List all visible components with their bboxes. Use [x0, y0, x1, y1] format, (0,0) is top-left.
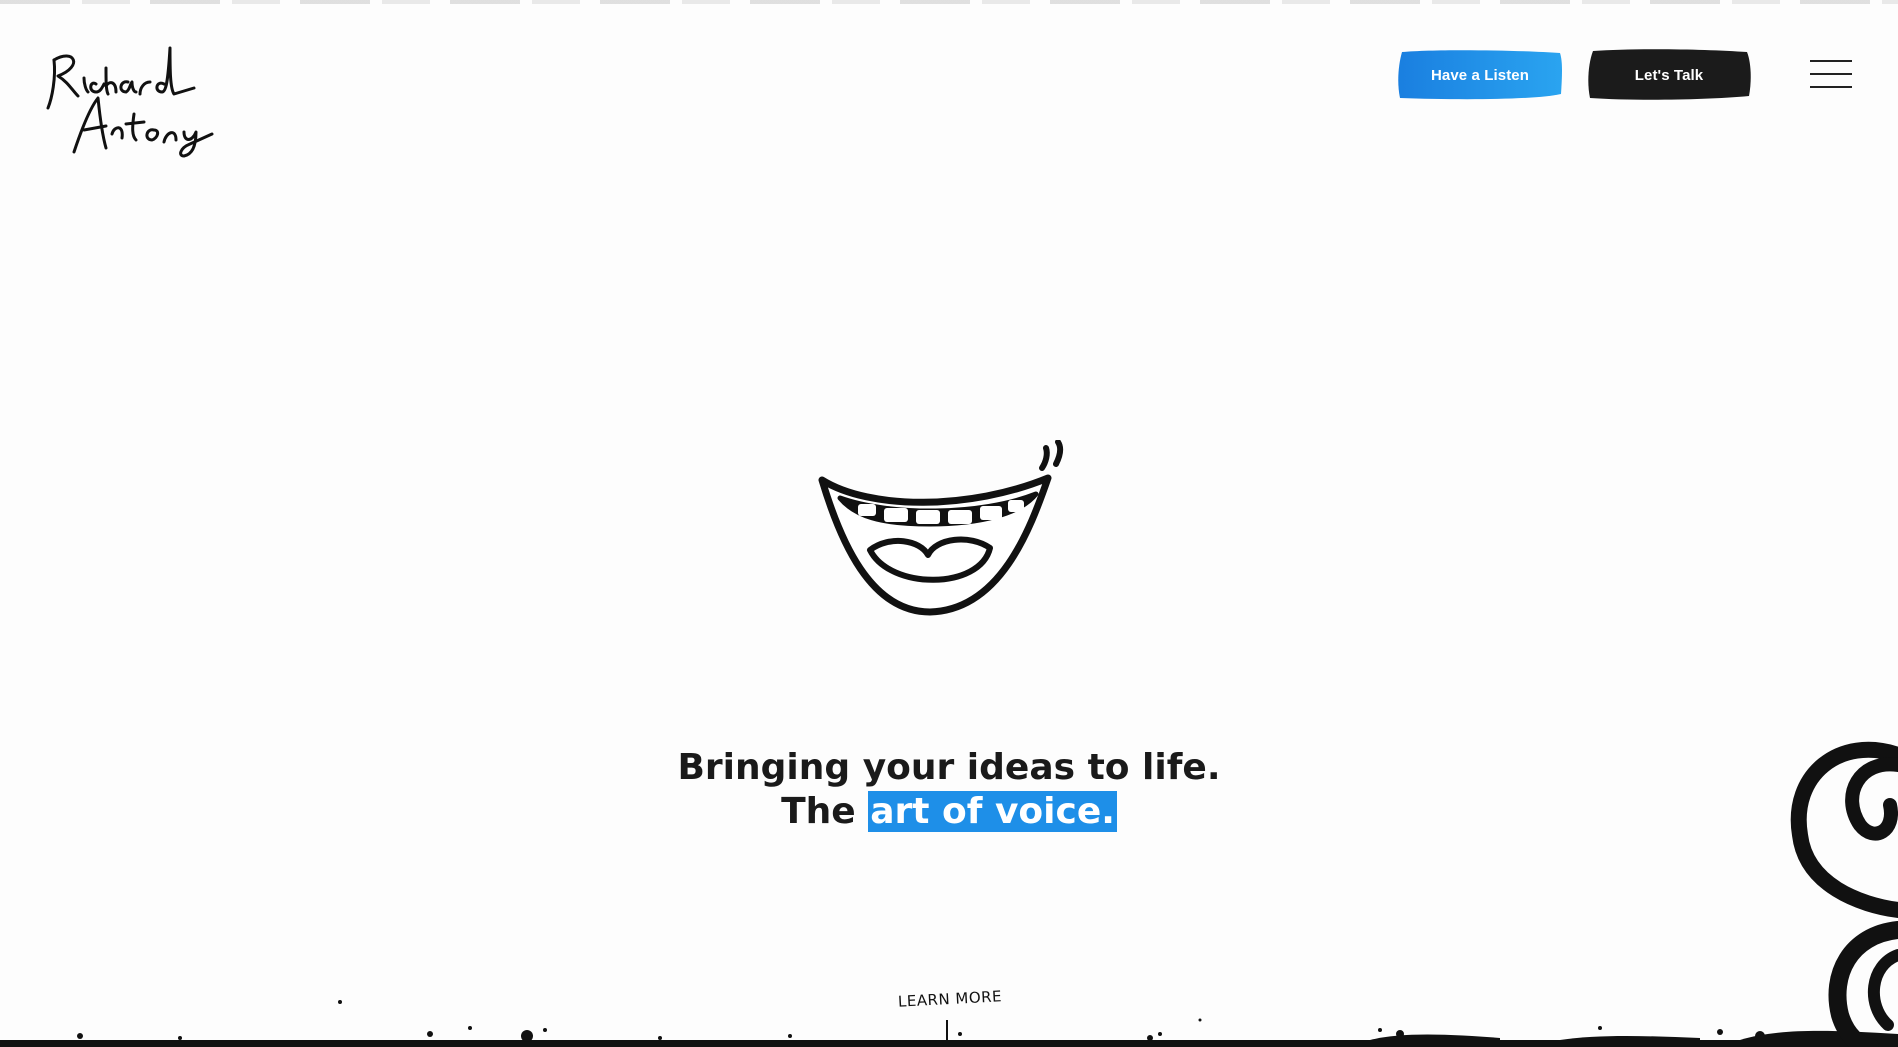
lets-talk-button[interactable]: Let's Talk [1585, 48, 1753, 102]
swirl-decoration [1790, 741, 1898, 1047]
headline-highlight: art of voice. [868, 791, 1117, 832]
headline-line-1: Bringing your ideas to life. [677, 747, 1221, 788]
signature-logo-icon [46, 46, 214, 158]
have-a-listen-button[interactable]: Have a Listen [1396, 48, 1564, 102]
hamburger-icon-bar [1810, 73, 1852, 75]
hero-headline: Bringing your ideas to life. The art of … [0, 746, 1898, 834]
headline-line-2: The art of voice. [0, 790, 1898, 834]
richard-antony-logo[interactable] [44, 38, 219, 158]
hamburger-icon-bar [1810, 86, 1852, 88]
hamburger-icon-bar [1810, 60, 1852, 62]
page: Have a Listen Let's Talk Bringing your i… [0, 0, 1898, 1047]
top-border-decoration [0, 0, 1898, 4]
headline-prefix: The [781, 791, 856, 832]
hamburger-menu-button[interactable] [1810, 58, 1852, 90]
learn-more-arrow-icon [946, 1020, 948, 1047]
have-a-listen-label: Have a Listen [1430, 66, 1529, 84]
lets-talk-label: Let's Talk [1634, 66, 1704, 84]
smiling-mouth-icon [810, 439, 1090, 620]
